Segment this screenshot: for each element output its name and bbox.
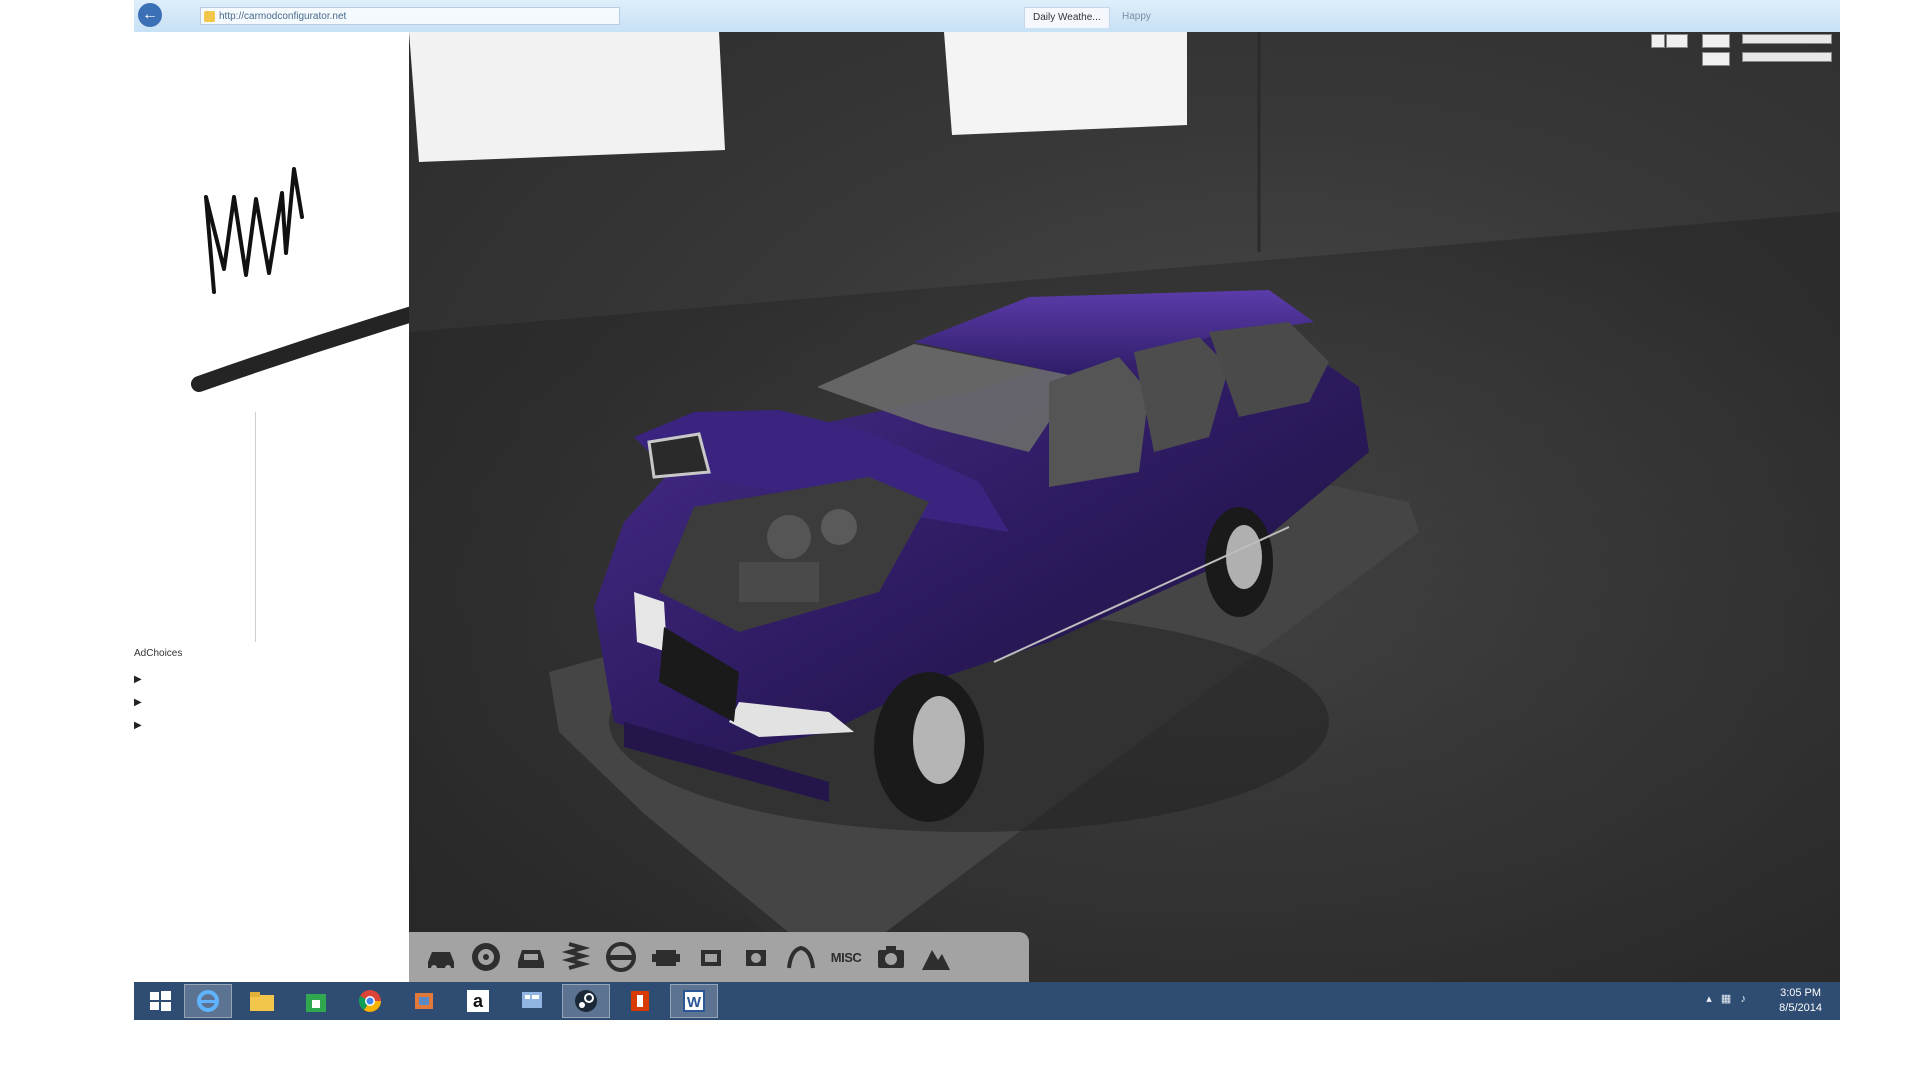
- back-arrow-icon[interactable]: ←: [138, 3, 162, 27]
- browser-tab[interactable]: [874, 7, 970, 27]
- address-text: http://carmodconfigurator.net: [219, 11, 347, 22]
- car-list-button[interactable]: [1702, 52, 1730, 66]
- taskbar-file-explorer[interactable]: [238, 984, 286, 1018]
- steering-wheel-icon: [606, 942, 636, 972]
- ceiling-light: [944, 32, 1187, 135]
- rear-wheel-rim: [1226, 525, 1262, 589]
- clock-date: 8/5/2014: [1779, 1002, 1822, 1014]
- triangle-right-icon: ▶: [134, 697, 142, 708]
- environment-button[interactable]: [918, 939, 954, 975]
- misc-button[interactable]: MISC: [828, 939, 864, 975]
- tab-daily-weather[interactable]: Daily Weathe...: [1024, 7, 1110, 28]
- ad-link[interactable]: ▶: [134, 714, 146, 737]
- ad-link[interactable]: ▶: [134, 668, 146, 691]
- network-icon[interactable]: ▦: [1721, 993, 1731, 1005]
- start-windows-icon: [150, 991, 171, 1011]
- engine-icon: [652, 950, 680, 966]
- exhaust-icon: [787, 945, 815, 969]
- address-bar[interactable]: http://carmodconfigurator.net: [200, 7, 620, 25]
- engine-block: [739, 562, 819, 602]
- browser-tab[interactable]: [1324, 7, 1430, 27]
- ceiling-light: [409, 32, 725, 162]
- svg-text:a: a: [473, 991, 484, 1011]
- chrome-icon: [358, 990, 381, 1012]
- front-wheel-rim: [913, 696, 965, 784]
- environment-icon: [922, 950, 950, 970]
- file-explorer-icon: [250, 992, 274, 1011]
- volume-slider[interactable]: [1742, 34, 1832, 44]
- control-panel-icon: [522, 992, 542, 1008]
- ad-link[interactable]: ▶: [134, 691, 146, 714]
- hood-vent: [647, 432, 711, 479]
- garage-scene: [409, 32, 1840, 982]
- car-view-button[interactable]: [1702, 34, 1730, 48]
- steering-wheel-button[interactable]: [603, 939, 639, 975]
- browser-tab[interactable]: [1434, 7, 1540, 27]
- word-icon: W: [683, 990, 705, 1012]
- taskbar-steam[interactable]: [562, 984, 610, 1018]
- tab-happy[interactable]: Happy: [1114, 7, 1159, 27]
- steam-icon: [575, 990, 597, 1012]
- system-tray: ▴ ▦ ♪: [1706, 992, 1746, 1005]
- engine-button[interactable]: [648, 939, 684, 975]
- sd-quality-button[interactable]: [1666, 34, 1688, 48]
- ad-link-list: ▶ ▶ ▶: [134, 668, 146, 737]
- engine-tune-icon: [746, 950, 766, 966]
- engine-upgrade-button[interactable]: [693, 939, 729, 975]
- zoom-slider[interactable]: [1742, 52, 1832, 62]
- taskbar-chrome[interactable]: [346, 984, 394, 1018]
- taskbar-control-panel[interactable]: [508, 984, 556, 1018]
- taskbar-amazon[interactable]: a: [454, 984, 502, 1018]
- browser-chrome: ← http://carmodconfigurator.net Daily We…: [134, 0, 1840, 33]
- adchoices-label[interactable]: AdChoices: [134, 648, 182, 659]
- svg-text:W: W: [687, 994, 702, 1011]
- fullscreen-button[interactable]: [1651, 34, 1665, 48]
- wheel-button[interactable]: [468, 939, 504, 975]
- suspension-icon: [561, 942, 591, 970]
- start-button[interactable]: [136, 984, 184, 1018]
- configurator-toolbar: MISC: [409, 932, 1029, 982]
- triangle-right-icon: ▶: [134, 720, 142, 731]
- suspension-button[interactable]: [558, 939, 594, 975]
- engine-part: [767, 515, 811, 559]
- windows-taskbar: a W ▴ ▦ ♪ 3:05 PM 8/5/2014: [134, 982, 1840, 1020]
- store-icon: [306, 994, 326, 1012]
- misc-icon: MISC: [830, 949, 862, 965]
- paint-button[interactable]: [513, 939, 549, 975]
- camera-button[interactable]: [873, 939, 909, 975]
- car-configurator-viewport[interactable]: MISC: [409, 32, 1840, 982]
- browser-tab[interactable]: [1214, 7, 1320, 27]
- paint-icon: [518, 950, 544, 968]
- camera-icon: [878, 946, 904, 968]
- car-body-icon: [428, 952, 454, 971]
- wheel-icon: [472, 943, 500, 971]
- divider: [255, 412, 256, 642]
- ad-sidebar: AdChoices ▶ ▶ ▶: [134, 32, 504, 1020]
- engine-part: [821, 509, 857, 545]
- exhaust-button[interactable]: [783, 939, 819, 975]
- clock-time: 3:05 PM: [1780, 987, 1822, 999]
- internet-explorer-icon: [197, 990, 219, 1012]
- taskbar-word[interactable]: W: [670, 984, 718, 1018]
- taskbar-office[interactable]: [616, 984, 664, 1018]
- show-hidden-icons-icon[interactable]: ▴: [1706, 993, 1712, 1005]
- view-controls: [1640, 32, 1840, 92]
- taskbar-store[interactable]: [292, 984, 340, 1018]
- browser-tab[interactable]: [774, 7, 882, 27]
- taskbar-clock[interactable]: 3:05 PM 8/5/2014: [1779, 986, 1822, 1016]
- amazon-icon: a: [467, 990, 489, 1012]
- browser-tab[interactable]: [1544, 7, 1650, 27]
- taskbar-ie[interactable]: [184, 984, 232, 1018]
- car-body-button[interactable]: [423, 939, 459, 975]
- engine-upgrade-icon: [701, 950, 721, 966]
- volume-icon[interactable]: ♪: [1741, 993, 1747, 1005]
- media-app-icon: [415, 993, 433, 1009]
- triangle-right-icon: ▶: [134, 674, 142, 685]
- taskbar-media-app[interactable]: [400, 984, 448, 1018]
- desktop-screen: ← http://carmodconfigurator.net Daily We…: [134, 0, 1840, 1020]
- engine-tune-button[interactable]: [738, 939, 774, 975]
- favicon-icon: [204, 11, 215, 22]
- office-icon: [631, 991, 649, 1011]
